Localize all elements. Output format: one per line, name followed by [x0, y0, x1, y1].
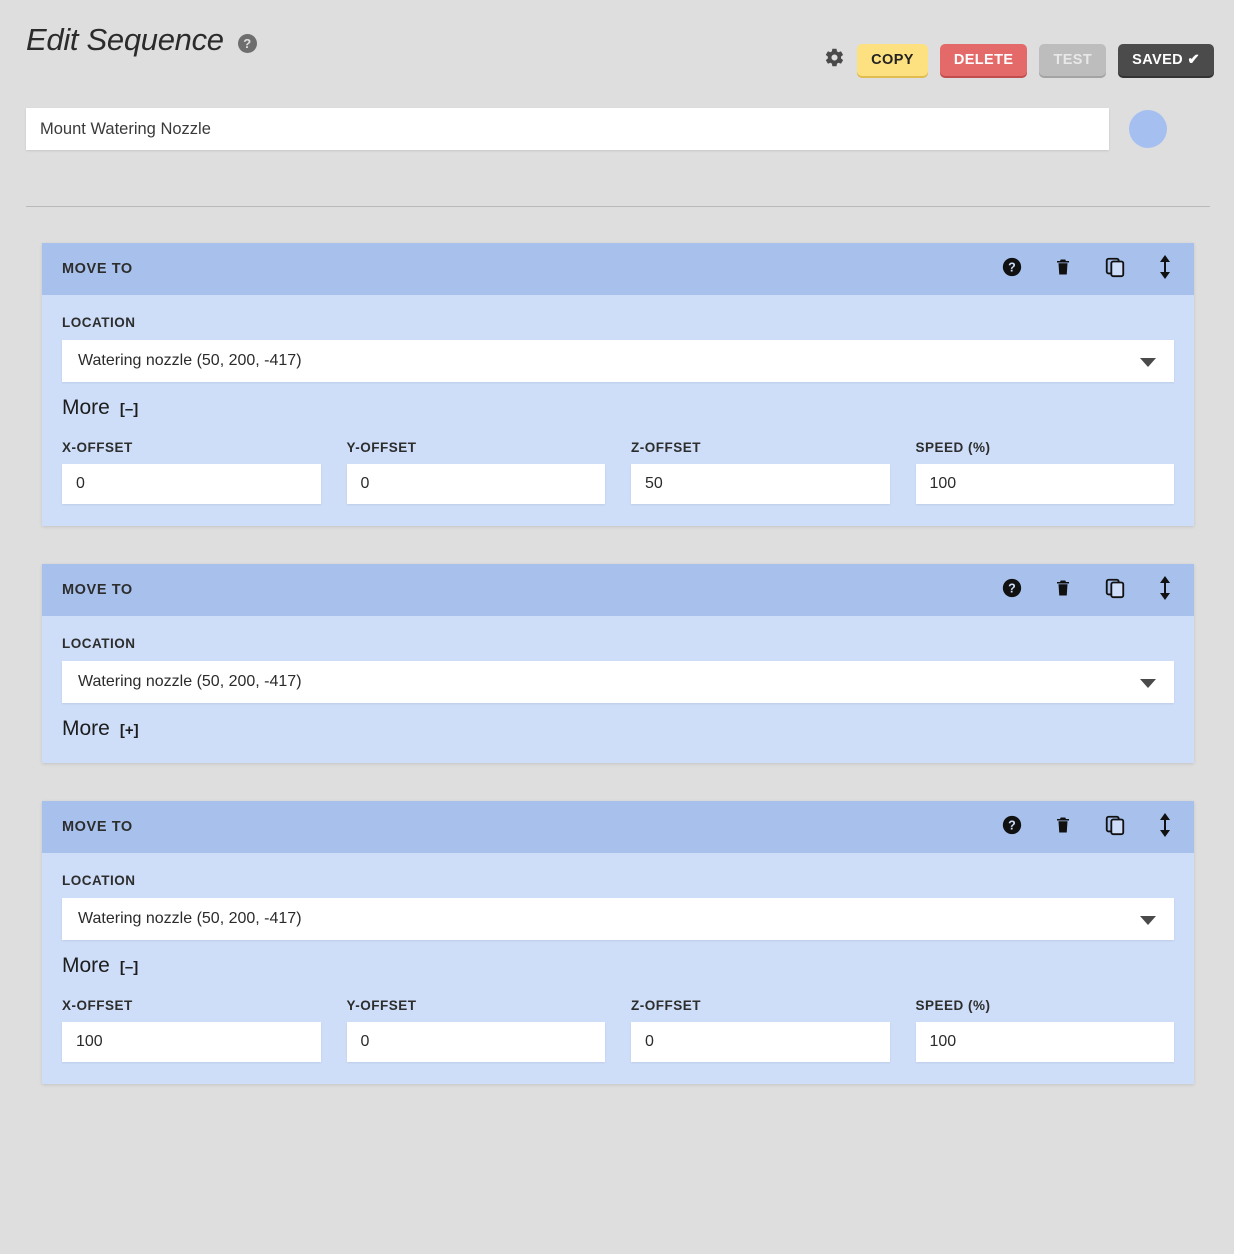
- step-list: MOVE TO ? LOCATION: [0, 207, 1234, 1084]
- copy-button[interactable]: COPY: [857, 44, 928, 76]
- step-header: MOVE TO ?: [42, 801, 1194, 853]
- step-card: MOVE TO ? LOCATION: [42, 801, 1194, 1084]
- copy-icon[interactable]: [1104, 256, 1126, 283]
- page-title: Edit Sequence: [26, 22, 224, 58]
- offset-field: SPEED (%): [916, 440, 1175, 504]
- up-down-arrow-icon[interactable]: [1158, 813, 1172, 842]
- copy-icon[interactable]: [1104, 814, 1126, 841]
- help-circle-icon[interactable]: ?: [1002, 257, 1022, 282]
- chevron-down-icon: [1140, 358, 1156, 367]
- offset-label: SPEED (%): [916, 440, 1175, 455]
- location-value: Watering nozzle (50, 200, -417): [78, 352, 302, 370]
- location-value: Watering nozzle (50, 200, -417): [78, 673, 302, 691]
- sequence-color-swatch[interactable]: [1129, 110, 1167, 148]
- offset-field: Y-OFFSET: [347, 440, 606, 504]
- trash-icon[interactable]: [1054, 815, 1072, 840]
- chevron-down-icon: [1140, 679, 1156, 688]
- step-header: MOVE TO ?: [42, 243, 1194, 295]
- offset-field: X-OFFSET: [62, 998, 321, 1062]
- up-down-arrow-icon[interactable]: [1158, 576, 1172, 605]
- z-offset-input[interactable]: [631, 464, 890, 504]
- y-offset-input[interactable]: [347, 1022, 606, 1062]
- copy-icon[interactable]: [1104, 577, 1126, 604]
- step-body: LOCATION Watering nozzle (50, 200, -417)…: [42, 295, 1194, 526]
- step-header: MOVE TO ?: [42, 564, 1194, 616]
- sequence-name-input[interactable]: [26, 108, 1109, 150]
- more-toggle-icon[interactable]: [–]: [120, 959, 138, 976]
- sequence-name-row: [0, 108, 1234, 150]
- header-actions: COPY DELETE TEST SAVED ✔: [824, 44, 1214, 76]
- step-card: MOVE TO ? LOCATION: [42, 243, 1194, 526]
- delete-button[interactable]: DELETE: [940, 44, 1028, 76]
- more-toggle-icon[interactable]: [+]: [120, 722, 139, 739]
- x-offset-input[interactable]: [62, 464, 321, 504]
- y-offset-input[interactable]: [347, 464, 606, 504]
- page-header: Edit Sequence ? COPY DELETE TEST SAVED ✔: [0, 0, 1234, 108]
- help-circle-icon[interactable]: ?: [238, 34, 257, 53]
- step-title: MOVE TO: [62, 261, 1002, 277]
- gear-icon[interactable]: [824, 47, 845, 73]
- step-tools: ?: [1002, 813, 1172, 842]
- location-select[interactable]: Watering nozzle (50, 200, -417): [62, 340, 1174, 382]
- offset-field: Z-OFFSET: [631, 998, 890, 1062]
- location-select[interactable]: Watering nozzle (50, 200, -417): [62, 661, 1174, 703]
- more-label: More: [62, 717, 110, 741]
- more-label: More: [62, 954, 110, 978]
- offset-label: X-OFFSET: [62, 440, 321, 455]
- offset-field: X-OFFSET: [62, 440, 321, 504]
- offset-field: Y-OFFSET: [347, 998, 606, 1062]
- offset-label: X-OFFSET: [62, 998, 321, 1013]
- trash-icon[interactable]: [1054, 257, 1072, 282]
- location-label: LOCATION: [62, 315, 1174, 330]
- edit-sequence-page: Edit Sequence ? COPY DELETE TEST SAVED ✔…: [0, 0, 1234, 1254]
- step-card: MOVE TO ? LOCATION: [42, 564, 1194, 763]
- offsets-grid: X-OFFSET Y-OFFSET Z-OFFSET SPEED (%): [62, 998, 1174, 1062]
- location-select[interactable]: Watering nozzle (50, 200, -417): [62, 898, 1174, 940]
- location-label: LOCATION: [62, 636, 1174, 651]
- offset-label: Y-OFFSET: [347, 440, 606, 455]
- more-toggle-icon[interactable]: [–]: [120, 401, 138, 418]
- location-label: LOCATION: [62, 873, 1174, 888]
- speed-input[interactable]: [916, 1022, 1175, 1062]
- chevron-down-icon: [1140, 916, 1156, 925]
- saved-button[interactable]: SAVED ✔: [1118, 44, 1214, 76]
- z-offset-input[interactable]: [631, 1022, 890, 1062]
- more-row[interactable]: More [+]: [62, 717, 1174, 741]
- offset-label: Y-OFFSET: [347, 998, 606, 1013]
- svg-text:?: ?: [1008, 581, 1016, 595]
- offset-label: Z-OFFSET: [631, 998, 890, 1013]
- step-body: LOCATION Watering nozzle (50, 200, -417)…: [42, 616, 1194, 763]
- x-offset-input[interactable]: [62, 1022, 321, 1062]
- speed-input[interactable]: [916, 464, 1175, 504]
- more-row[interactable]: More [–]: [62, 954, 1174, 978]
- help-circle-icon[interactable]: ?: [1002, 578, 1022, 603]
- svg-text:?: ?: [1008, 818, 1016, 832]
- svg-text:?: ?: [1008, 260, 1016, 274]
- more-label: More: [62, 396, 110, 420]
- up-down-arrow-icon[interactable]: [1158, 255, 1172, 284]
- step-title: MOVE TO: [62, 582, 1002, 598]
- step-tools: ?: [1002, 576, 1172, 605]
- offset-label: SPEED (%): [916, 998, 1175, 1013]
- trash-icon[interactable]: [1054, 578, 1072, 603]
- location-value: Watering nozzle (50, 200, -417): [78, 910, 302, 928]
- offset-label: Z-OFFSET: [631, 440, 890, 455]
- step-title: MOVE TO: [62, 819, 1002, 835]
- help-circle-icon[interactable]: ?: [1002, 815, 1022, 840]
- more-row[interactable]: More [–]: [62, 396, 1174, 420]
- offset-field: SPEED (%): [916, 998, 1175, 1062]
- step-tools: ?: [1002, 255, 1172, 284]
- offsets-grid: X-OFFSET Y-OFFSET Z-OFFSET SPEED (%): [62, 440, 1174, 504]
- test-button[interactable]: TEST: [1039, 44, 1106, 76]
- offset-field: Z-OFFSET: [631, 440, 890, 504]
- step-body: LOCATION Watering nozzle (50, 200, -417)…: [42, 853, 1194, 1084]
